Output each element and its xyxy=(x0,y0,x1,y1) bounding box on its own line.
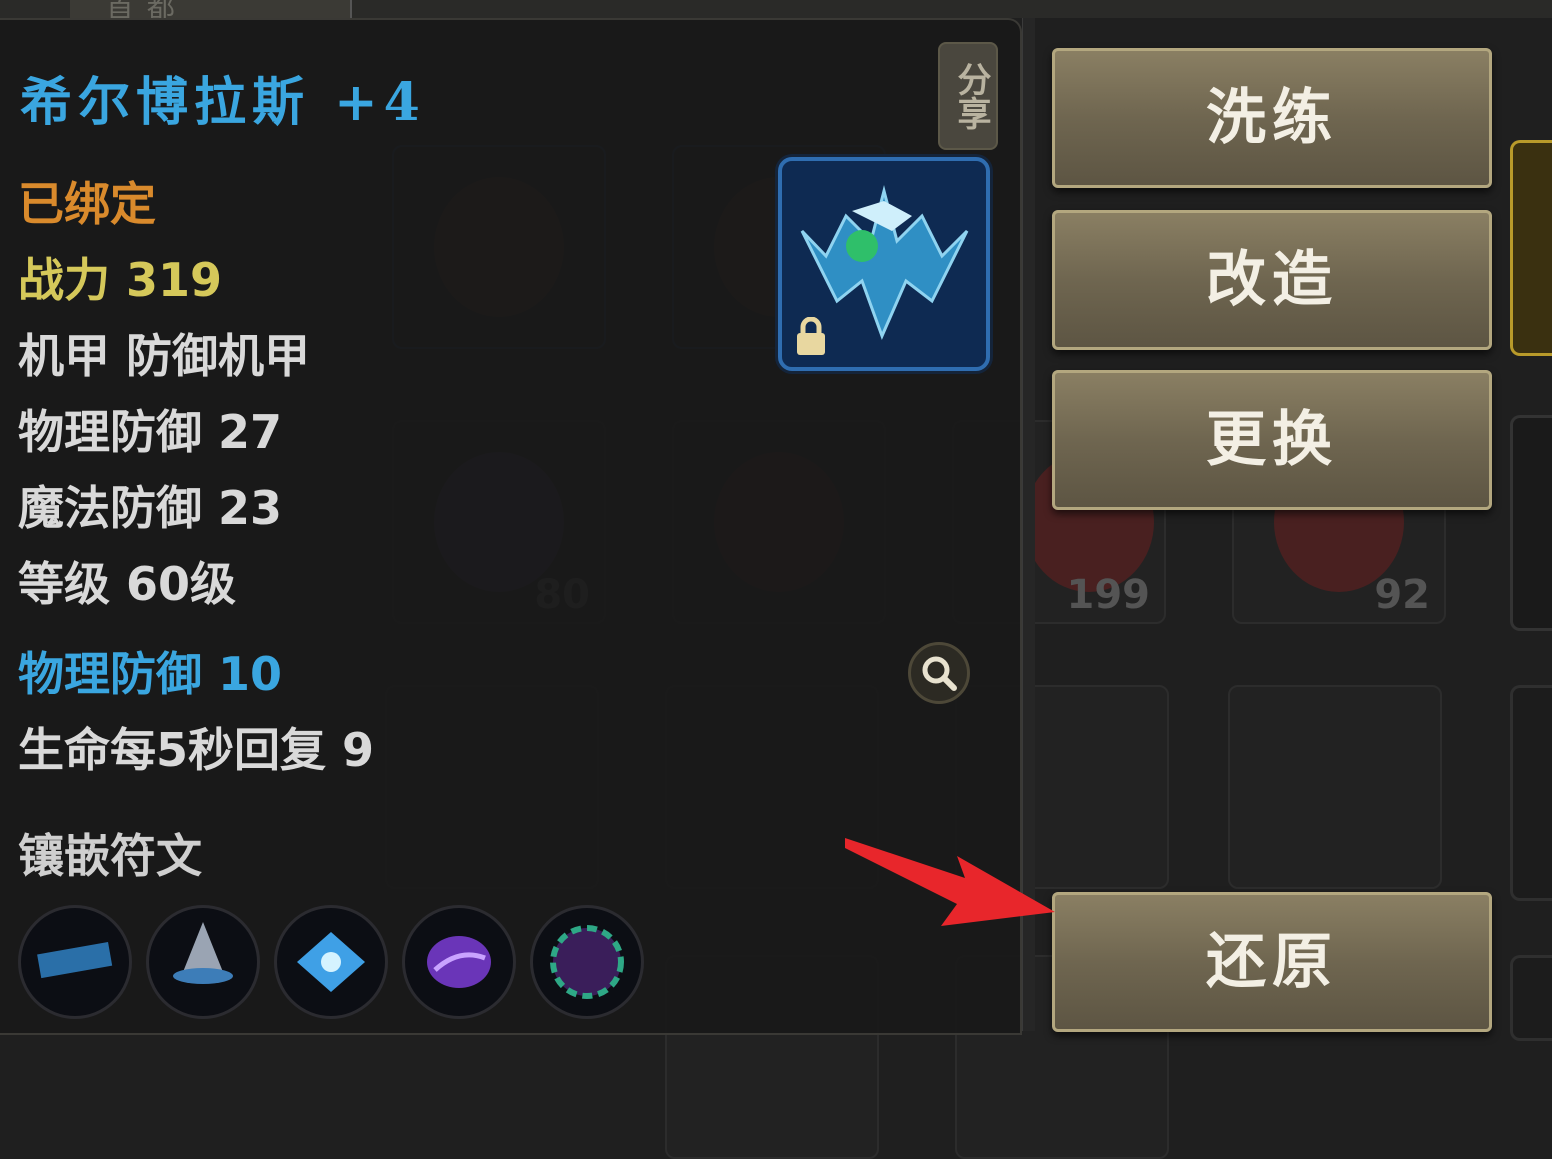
mech-item-icon[interactable] xyxy=(778,157,990,371)
share-button[interactable]: 分享 xyxy=(938,42,998,150)
rune-slot-5[interactable] xyxy=(530,905,644,1019)
right-edge-slot[interactable] xyxy=(1510,415,1552,631)
red-arrow-icon xyxy=(845,838,1055,926)
inventory-tab[interactable]: 首 都 xyxy=(70,0,352,24)
crystal-rune-icon xyxy=(297,932,365,992)
bonus-stat: 物理防御 10 xyxy=(18,647,283,701)
slot-count: 92 xyxy=(1374,572,1430,618)
orb-rune-icon xyxy=(550,925,624,999)
blue-plate-rune-icon xyxy=(37,941,113,979)
refine-button[interactable]: 洗练 xyxy=(1052,48,1492,188)
item-level: 等级 60级 xyxy=(18,557,237,611)
spike-rune-icon xyxy=(173,922,233,984)
inventory-slot[interactable] xyxy=(1228,685,1442,889)
replace-button[interactable]: 更换 xyxy=(1052,370,1492,510)
combat-power: 战力 319 xyxy=(18,253,223,307)
slot-count: 199 xyxy=(1066,572,1151,618)
right-edge-slot[interactable] xyxy=(1510,955,1552,1041)
physical-defense: 物理防御 27 xyxy=(18,405,283,459)
right-edge-slot-gold[interactable] xyxy=(1510,140,1552,356)
right-edge-slot[interactable] xyxy=(1510,685,1552,901)
lock-icon xyxy=(797,317,825,355)
regen-stat: 生命每5秒回复 9 xyxy=(18,723,375,777)
restore-button[interactable]: 还原 xyxy=(1052,892,1492,1032)
magic-defense: 魔法防御 23 xyxy=(18,481,283,535)
purple-gem-rune-icon xyxy=(427,936,491,988)
rune-slot-3[interactable] xyxy=(274,905,388,1019)
modify-button[interactable]: 改造 xyxy=(1052,210,1492,350)
inspect-button[interactable] xyxy=(908,642,970,704)
bound-status: 已绑定 xyxy=(18,177,156,231)
rune-slot-1[interactable] xyxy=(18,905,132,1019)
item-title: 希尔博拉斯 +4 xyxy=(20,72,426,133)
search-icon xyxy=(922,656,957,691)
rune-slot-2[interactable] xyxy=(146,905,260,1019)
runes-label: 镶嵌符文 xyxy=(18,829,202,883)
rune-slot-4[interactable] xyxy=(402,905,516,1019)
item-type: 机甲 防御机甲 xyxy=(18,329,311,383)
